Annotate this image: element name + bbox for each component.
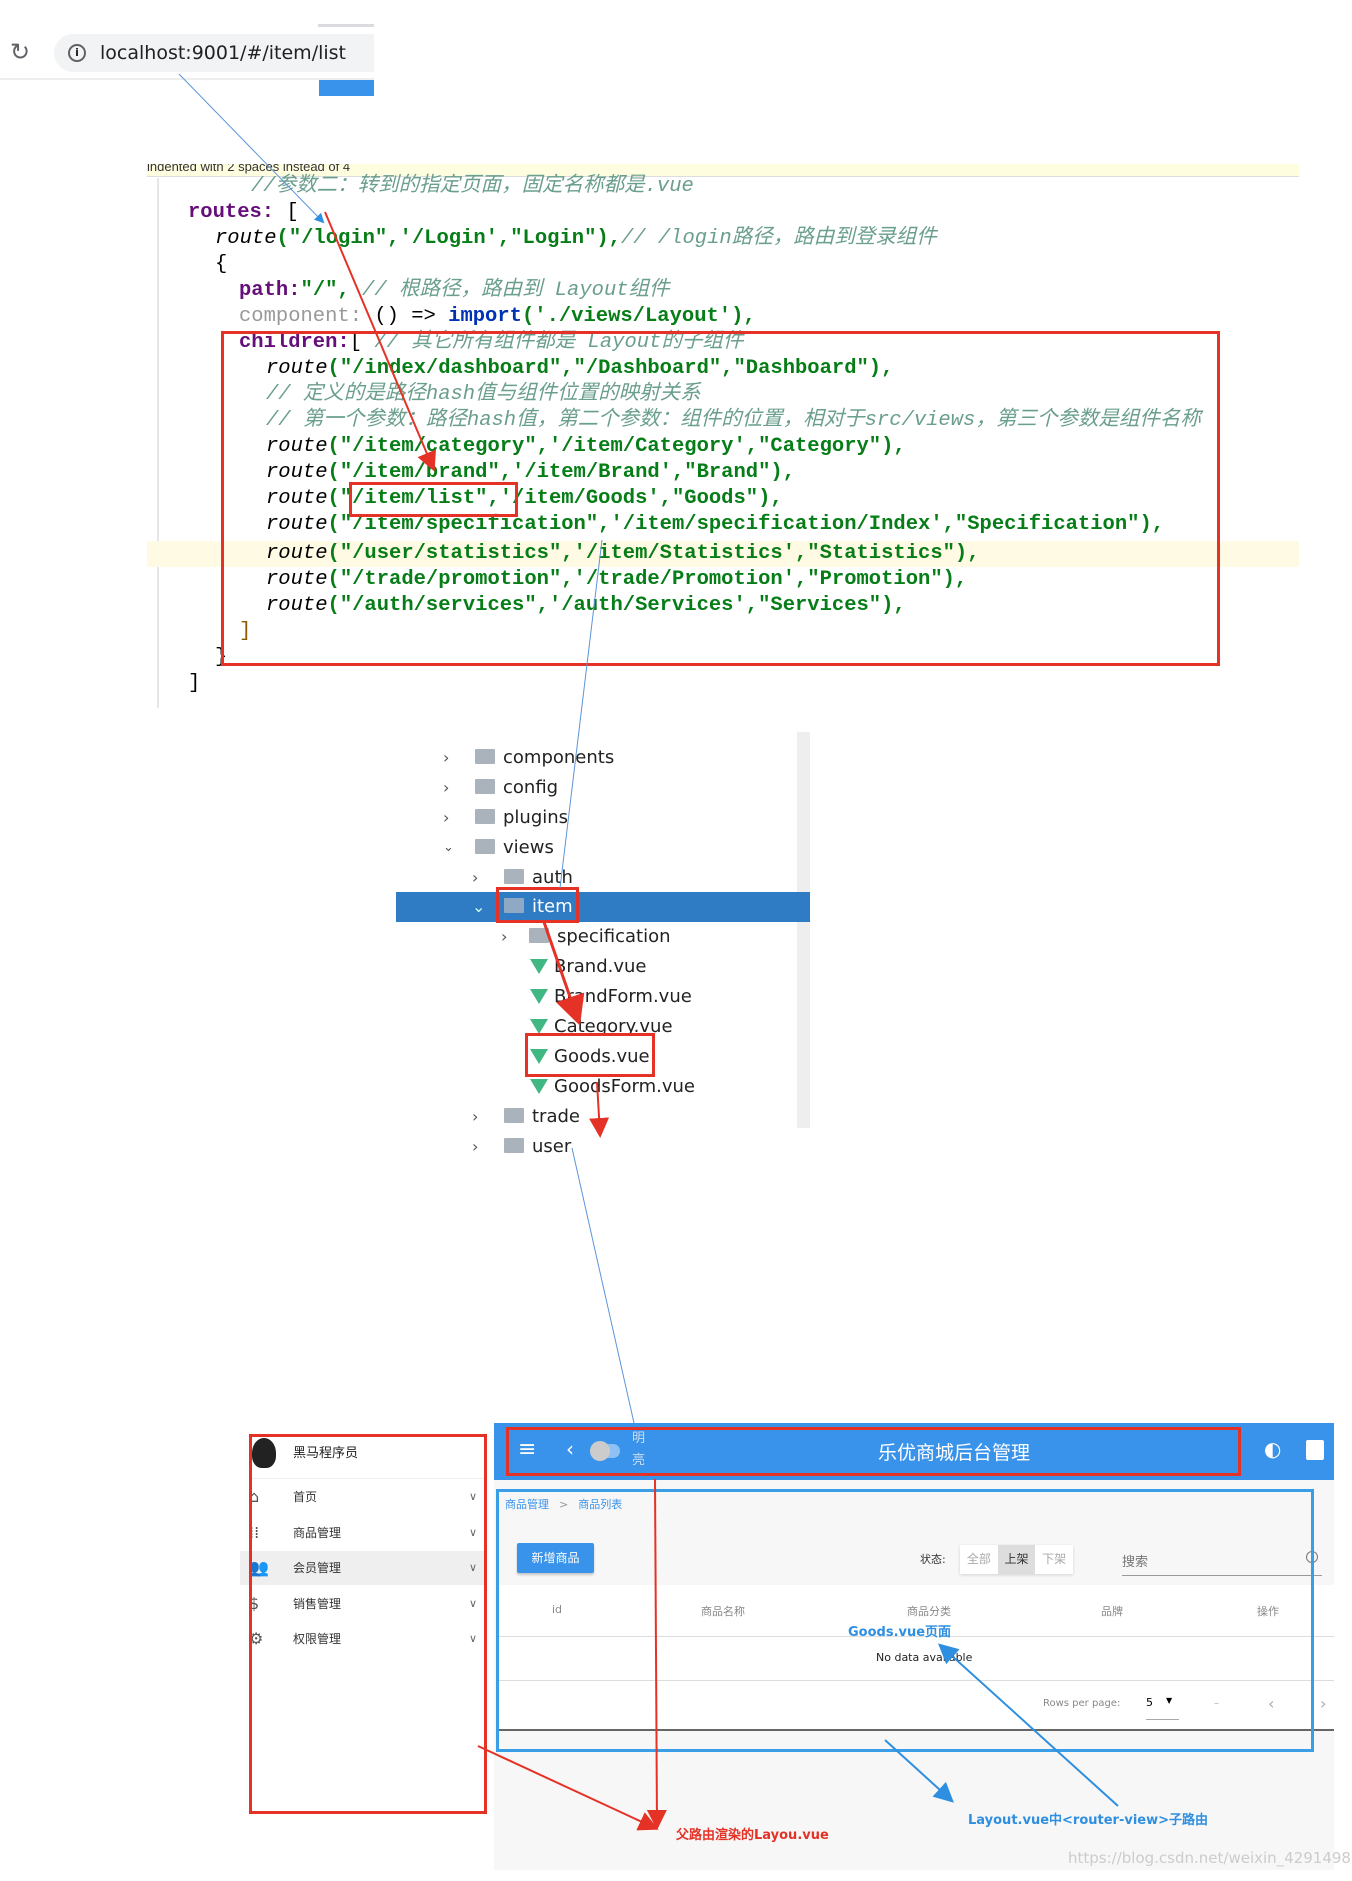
arrow-router-view-to-goods bbox=[938, 1643, 1119, 1807]
arrow-tree-to-app bbox=[571, 1147, 635, 1424]
arrow-sidebar-to-layout bbox=[477, 1745, 659, 1831]
arrow-code-to-item bbox=[559, 539, 603, 889]
arrow-goods-down bbox=[589, 1081, 610, 1138]
arrow-header-to-layout bbox=[646, 1478, 667, 1830]
arrow-routes-to-list bbox=[324, 211, 436, 472]
arrow-url-to-routes bbox=[178, 73, 325, 224]
arrow-item-to-goods bbox=[542, 921, 585, 1026]
arrow-content-to-router-view bbox=[884, 1739, 954, 1803]
annotation-arrows bbox=[178, 73, 1119, 1831]
